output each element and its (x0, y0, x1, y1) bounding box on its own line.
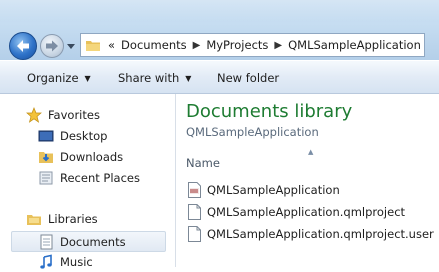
command-toolbar: Organize ▼ Share with ▼ New folder (0, 60, 439, 94)
library-title: Documents library (186, 101, 353, 122)
organize-label: Organize (27, 71, 79, 85)
nav-music[interactable]: Music (38, 252, 93, 272)
titlebar-glass (0, 0, 439, 22)
music-icon (40, 254, 52, 269)
file-row[interactable]: QMLSampleApplication.qmlproject.user (188, 224, 434, 244)
back-arrow-icon (17, 40, 29, 52)
nav-downloads[interactable]: Downloads (38, 147, 123, 167)
nav-desktop[interactable]: Desktop (38, 126, 107, 146)
nav-documents-label: Documents (60, 234, 126, 249)
back-button[interactable] (9, 32, 37, 60)
content-pane: Documents library QMLSampleApplication ▲… (176, 94, 439, 267)
qml-icon (188, 182, 201, 198)
new-folder-label: New folder (217, 71, 280, 85)
share-with-label: Share with (118, 71, 180, 85)
breadcrumb-documents[interactable]: Documents (121, 38, 187, 52)
chevron-right-icon[interactable]: ▶ (193, 40, 201, 51)
file-row[interactable]: QMLSampleApplication (188, 180, 340, 200)
documents-library-icon (40, 234, 53, 249)
file-icon (188, 204, 201, 220)
navigation-pane: Favorites Desktop Downloads Recent Place… (0, 94, 176, 269)
file-name: QMLSampleApplication (207, 183, 340, 197)
nav-downloads-label: Downloads (60, 150, 124, 164)
file-name: QMLSampleApplication.qmlproject.user (207, 227, 434, 241)
column-header-name[interactable]: Name (186, 156, 220, 170)
chevron-right-icon[interactable]: ▶ (274, 40, 282, 51)
organize-button[interactable]: Organize ▼ (27, 71, 91, 85)
downloads-folder-icon (39, 152, 53, 163)
libraries-icon (27, 215, 41, 225)
address-overflow[interactable]: « (108, 38, 115, 52)
star-icon (26, 107, 42, 123)
recent-pages-dropdown[interactable] (66, 40, 76, 52)
file-icon (188, 226, 201, 242)
recent-places-icon (39, 171, 53, 185)
nav-favorites-label: Favorites (48, 108, 100, 122)
sort-ascending-icon: ▲ (308, 148, 314, 156)
file-row[interactable]: QMLSampleApplication.qmlproject (188, 202, 405, 222)
breadcrumb-qmlsampleapplication[interactable]: QMLSampleApplication (288, 38, 421, 52)
breadcrumb-myprojects[interactable]: MyProjects (206, 38, 268, 52)
desktop-icon (38, 130, 54, 142)
forward-arrow-icon (46, 40, 58, 52)
new-folder-button[interactable]: New folder (217, 71, 279, 85)
share-with-button[interactable]: Share with ▼ (118, 71, 191, 85)
nav-recent-places[interactable]: Recent Places (38, 168, 140, 188)
nav-desktop-label: Desktop (60, 129, 108, 143)
library-subtitle[interactable]: QMLSampleApplication (186, 125, 319, 139)
nav-favorites[interactable]: Favorites (26, 105, 100, 125)
window-titlebar: « Documents ▶ MyProjects ▶ QMLSampleAppl… (0, 0, 439, 60)
nav-recent-places-label: Recent Places (60, 171, 140, 185)
nav-libraries-label: Libraries (48, 212, 98, 226)
nav-documents[interactable]: Documents (11, 231, 166, 252)
address-bar[interactable]: « Documents ▶ MyProjects ▶ QMLSampleAppl… (80, 33, 425, 57)
file-name: QMLSampleApplication.qmlproject (207, 205, 406, 219)
chevron-down-icon: ▼ (185, 74, 192, 83)
chevron-down-icon: ▼ (84, 74, 91, 83)
folder-icon (86, 41, 100, 51)
nav-libraries[interactable]: Libraries (26, 209, 98, 229)
forward-button[interactable] (40, 34, 64, 58)
